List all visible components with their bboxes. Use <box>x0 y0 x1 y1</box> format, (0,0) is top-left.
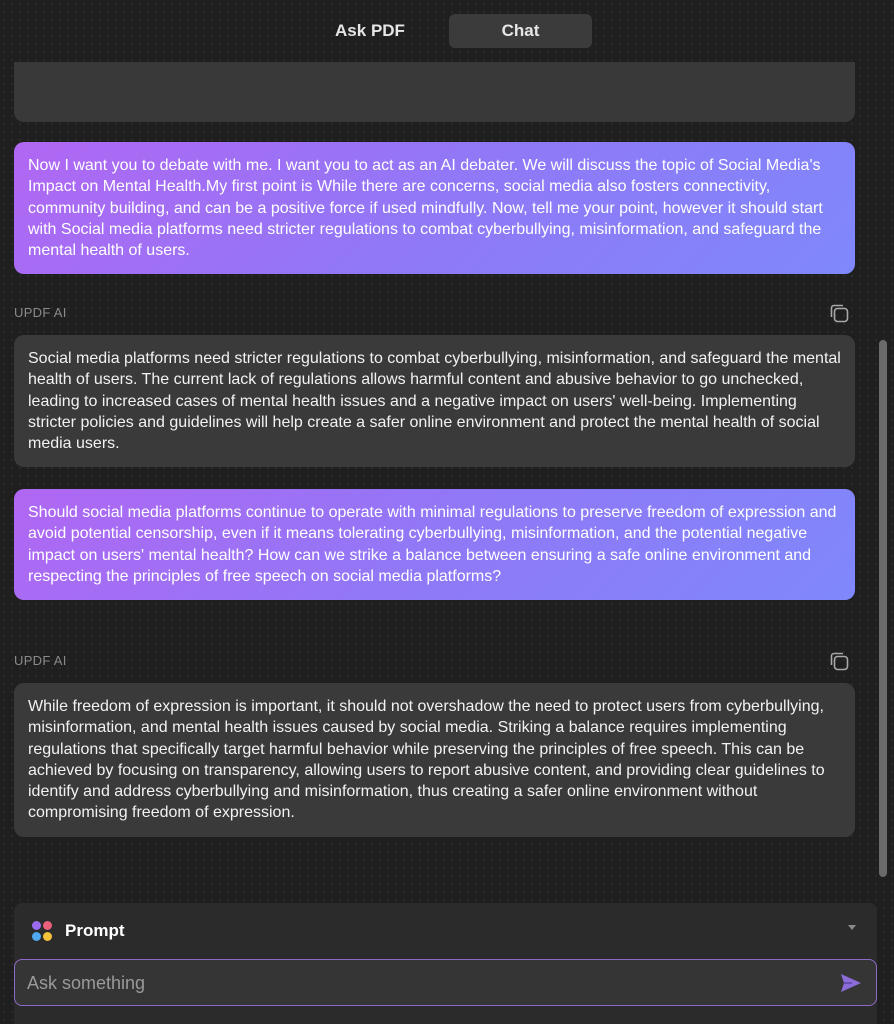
prompt-label: Prompt <box>65 921 125 940</box>
ask-input-box <box>14 959 877 1006</box>
prompt-selector[interactable]: Prompt <box>14 917 862 945</box>
copy-icon[interactable] <box>828 650 850 672</box>
tab-chat[interactable]: Chat <box>449 14 592 48</box>
user-message: Now I want you to debate with me. I want… <box>14 142 855 275</box>
ai-message: Social media platforms need stricter reg… <box>14 335 855 468</box>
previous-message-bubble <box>14 62 855 122</box>
ai-message: While freedom of expression is important… <box>14 683 855 837</box>
tab-ask-pdf[interactable]: Ask PDF <box>298 14 442 48</box>
ask-input[interactable] <box>25 960 829 1006</box>
copy-icon[interactable] <box>828 302 850 324</box>
send-icon[interactable] <box>840 973 862 993</box>
user-message: Should social media platforms continue t… <box>14 489 855 601</box>
chat-scrollbar[interactable] <box>879 340 887 877</box>
chat-history[interactable]: Now I want you to debate with me. I want… <box>0 62 894 890</box>
ai-sender-label: UPDF AI <box>14 653 67 668</box>
prompt-dots-icon <box>32 921 52 941</box>
ai-sender-label: UPDF AI <box>14 305 67 320</box>
chevron-down-icon[interactable] <box>848 925 856 930</box>
mode-tabs: Ask PDF Chat <box>0 14 894 48</box>
